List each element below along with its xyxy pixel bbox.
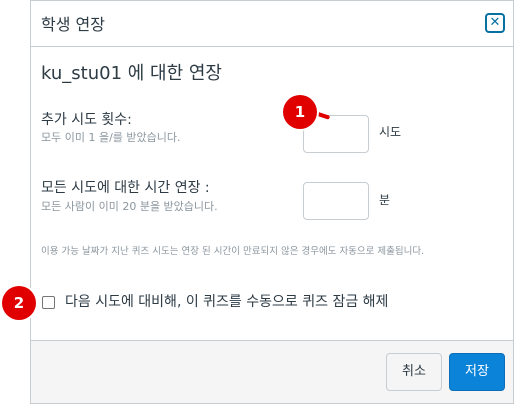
cancel-button[interactable]: 취소: [386, 353, 442, 391]
time-extension-help: 모든 사람이 이미 20 분을 받았습니다.: [41, 200, 218, 213]
dialog-title: 학생 연장: [41, 15, 105, 34]
time-extension-input[interactable]: [303, 182, 369, 220]
page-title: ku_stu01 에 대한 연장: [41, 63, 222, 84]
extra-attempts-unit: 시도: [379, 125, 402, 139]
extra-attempts-help: 모두 이미 1 을/를 받았습니다.: [41, 131, 181, 144]
annotation-badge-2: 2: [2, 286, 36, 320]
annotation-badge-1: 1: [283, 95, 317, 129]
manual-unlock-checkbox[interactable]: [42, 296, 55, 309]
time-extension-label: 모든 시도에 대한 시간 연장 :: [41, 180, 210, 196]
dialog-titlebar: 학생 연장 ✕: [31, 1, 513, 47]
time-extension-unit: 분: [379, 193, 391, 207]
close-icon[interactable]: ✕: [485, 13, 505, 33]
dialog-footer: 취소 저장: [31, 340, 513, 403]
auto-submit-note: 이용 가능 날짜가 지난 퀴즈 시도는 연장 된 시간이 만료되지 않은 경우에…: [41, 246, 425, 257]
manual-unlock-label[interactable]: 다음 시도에 대비해, 이 퀴즈를 수동으로 퀴즈 잠금 해제: [65, 291, 388, 311]
extra-attempts-label: 추가 시도 횟수:: [41, 112, 132, 128]
extension-dialog: 학생 연장 ✕ ku_stu01 에 대한 연장 추가 시도 횟수: 모두 이미…: [30, 0, 514, 404]
save-button[interactable]: 저장: [449, 353, 505, 391]
